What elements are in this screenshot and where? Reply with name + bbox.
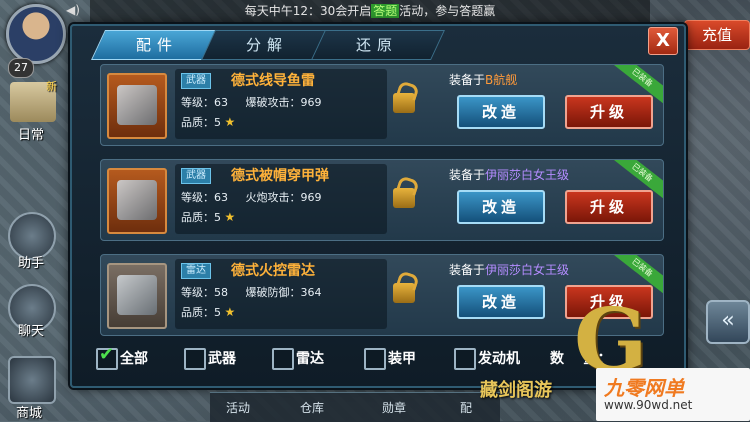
part-card[interactable]: 武器 德式线导鱼雷 等级：63 爆破攻击：969 品质：5 ★ 装备于B航舰 已…	[100, 64, 664, 146]
quality-value: 5	[214, 116, 221, 129]
part-name: 德式被帽穿甲弹	[231, 168, 329, 184]
modify-button[interactable]: 改造	[457, 95, 545, 129]
level-value: 58	[214, 286, 228, 299]
announcement-prefix: 每天中午12：30会开启	[244, 4, 372, 18]
logo-title: 九零网单	[604, 376, 684, 400]
equip-ship: B航舰	[485, 73, 518, 87]
nav-activity[interactable]: 活动	[226, 399, 250, 416]
daily-new-badge: 新	[46, 80, 57, 93]
part-name: 德式火控雷达	[231, 263, 315, 279]
tab-bar: 配件 分解 还原	[84, 30, 604, 60]
part-card[interactable]: 武器 德式被帽穿甲弹 等级：63 火炮攻击：969 品质：5 ★ 装备于伊丽莎白…	[100, 159, 664, 241]
shop-icon[interactable]	[8, 356, 56, 404]
filter-radar-checkbox[interactable]	[272, 348, 294, 370]
unlock-icon[interactable]	[393, 283, 415, 303]
announcement-bar: 每天中午12：30会开启 答题 活动，参与答题赢	[90, 0, 650, 22]
filter-weapon-label: 武器	[208, 351, 236, 367]
part-type-tag: 雷达	[181, 263, 211, 279]
bottom-nav: 活动 仓库 勋章 配	[210, 392, 500, 422]
part-quality: 品质：5 ★	[181, 304, 235, 320]
part-stats: 等级：58 爆破防御：364	[181, 284, 321, 300]
filter-engine-label: 发动机	[478, 351, 520, 367]
stat-label: 火炮攻击：	[245, 191, 301, 204]
tab-restore-label: 还原	[355, 36, 398, 54]
nav-warehouse[interactable]: 仓库	[300, 399, 324, 416]
collapse-arrow-icon[interactable]: «	[706, 300, 750, 344]
player-level: 27	[8, 58, 34, 78]
equip-label: 装备于	[449, 263, 486, 277]
level-value: 63	[214, 191, 228, 204]
star-icon: ★	[224, 210, 236, 224]
part-info: 雷达 德式火控雷达 等级：58 爆破防御：364 品质：5 ★	[175, 259, 387, 329]
modify-button[interactable]: 改造	[457, 285, 545, 319]
chat-label: 聊天	[18, 324, 45, 339]
level-label: 等级：	[181, 96, 214, 109]
stat-value: 364	[300, 286, 322, 299]
stat-label: 爆破防御：	[245, 286, 301, 299]
level-label: 等级：	[181, 191, 214, 204]
shop-label: 商城	[16, 406, 43, 421]
radar-icon	[107, 263, 167, 329]
part-type-tag: 武器	[181, 73, 211, 89]
quality-value: 5	[214, 306, 221, 319]
shell-icon	[107, 168, 167, 234]
equip-label: 装备于	[449, 168, 486, 182]
filter-all-label: 全部	[120, 351, 148, 367]
part-stats: 等级：63 火炮攻击：969	[181, 189, 321, 205]
filter-all-checkbox[interactable]	[96, 344, 118, 370]
equipped-on: 装备于B航舰	[449, 71, 517, 88]
level-value: 63	[214, 96, 228, 109]
part-name: 德式线导鱼雷	[231, 73, 315, 89]
unlock-icon[interactable]	[393, 93, 415, 113]
quality-label: 品质：	[181, 211, 214, 224]
stat-value: 969	[300, 191, 322, 204]
upgrade-button[interactable]: 升级	[565, 95, 653, 129]
close-button[interactable]: X	[648, 27, 678, 55]
part-type-tag: 武器	[181, 168, 211, 184]
nav-config[interactable]: 配	[460, 399, 472, 416]
filter-radar-label: 雷达	[296, 351, 324, 367]
tab-parts-label: 配件	[135, 36, 178, 54]
star-icon: ★	[224, 305, 236, 319]
quality-label: 品质：	[181, 306, 214, 319]
equipped-on: 装备于伊丽莎白女王级	[449, 261, 569, 278]
equip-ship: 伊丽莎白女王级	[485, 168, 570, 182]
part-stats: 等级：63 爆破攻击：969	[181, 94, 321, 110]
unlock-icon[interactable]	[393, 188, 415, 208]
nav-medal[interactable]: 勋章	[382, 399, 406, 416]
helper-label: 助手	[18, 256, 45, 271]
star-icon: ★	[224, 115, 236, 129]
tab-decompose-label: 分解	[245, 36, 288, 54]
part-quality: 品质：5 ★	[181, 114, 235, 130]
site-logo: 九零网单 www.90wd.net	[596, 368, 750, 421]
announcement-highlight: 答题	[371, 4, 400, 18]
equip-label: 装备于	[449, 73, 486, 87]
daily-label: 日常	[18, 128, 45, 143]
filter-engine-checkbox[interactable]	[454, 348, 476, 370]
watermark-text: 藏剑阁游	[480, 380, 552, 401]
quality-value: 5	[214, 211, 221, 224]
upgrade-button[interactable]: 升级	[565, 190, 653, 224]
part-info: 武器 德式被帽穿甲弹 等级：63 火炮攻击：969 品质：5 ★	[175, 164, 387, 234]
stat-label: 爆破攻击：	[245, 96, 301, 109]
recharge-button[interactable]: 充值	[684, 20, 750, 50]
filter-armor-checkbox[interactable]	[364, 348, 386, 370]
speaker-icon[interactable]: ◀)	[66, 3, 80, 17]
level-label: 等级：	[181, 286, 214, 299]
filter-armor-label: 装甲	[388, 351, 416, 367]
torpedo-icon	[107, 73, 167, 139]
quality-label: 品质：	[181, 116, 214, 129]
announcement-suffix: 活动，参与答题赢	[399, 4, 496, 18]
stat-value: 969	[300, 96, 322, 109]
part-info: 武器 德式线导鱼雷 等级：63 爆破攻击：969 品质：5 ★	[175, 69, 387, 139]
equip-ship: 伊丽莎白女王级	[485, 263, 570, 277]
player-avatar[interactable]	[6, 4, 66, 64]
logo-url: www.90wd.net	[604, 398, 693, 412]
modify-button[interactable]: 改造	[457, 190, 545, 224]
equipped-on: 装备于伊丽莎白女王级	[449, 166, 569, 183]
filter-weapon-checkbox[interactable]	[184, 348, 206, 370]
part-quality: 品质：5 ★	[181, 209, 235, 225]
